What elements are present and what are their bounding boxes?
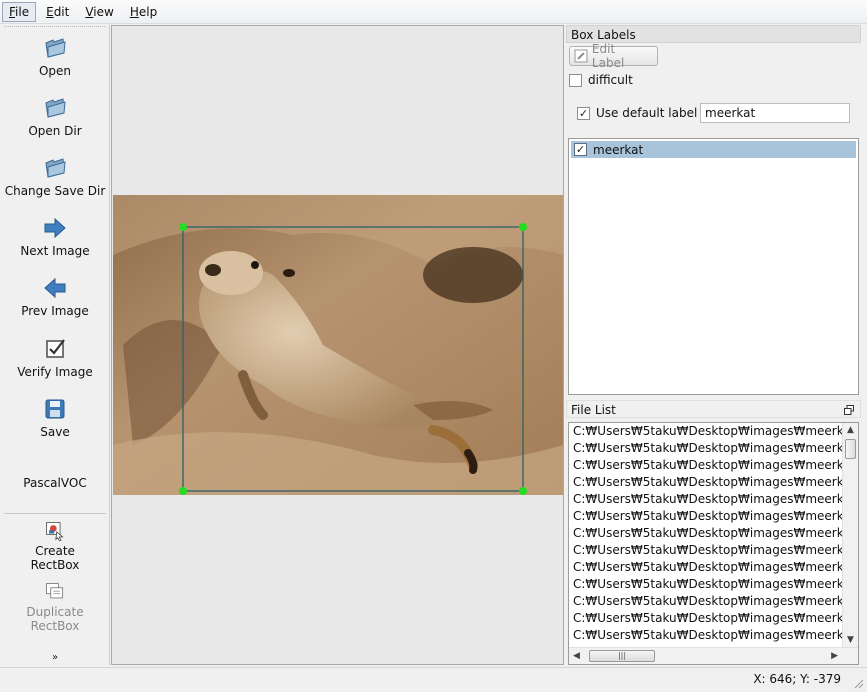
file-list-item[interactable]: C:₩Users₩5taku₩Desktop₩images₩meerkat₩12… bbox=[569, 525, 843, 542]
file-list-items: C:₩Users₩5taku₩Desktop₩images₩meerkat₩1.… bbox=[569, 423, 858, 644]
menu-edit[interactable]: Edit bbox=[40, 3, 75, 21]
toolbar: Open Open Dir Change Save Dir Next Image… bbox=[0, 25, 110, 665]
duplicate-rectbox-label-1: Duplicate bbox=[26, 605, 84, 619]
file-list: C:₩Users₩5taku₩Desktop₩images₩meerkat₩1.… bbox=[568, 422, 859, 665]
expand-more-icon[interactable]: » bbox=[0, 652, 110, 663]
menu-view[interactable]: View bbox=[79, 3, 119, 21]
toolbar-separator bbox=[4, 513, 106, 514]
create-rectbox-label-1: Create bbox=[35, 544, 75, 558]
duplicate-rectbox-button[interactable]: Duplicate RectBox bbox=[0, 581, 110, 633]
file-list-item[interactable]: C:₩Users₩5taku₩Desktop₩images₩meerkat₩12… bbox=[569, 457, 843, 474]
open-dir-label: Open Dir bbox=[28, 124, 82, 138]
format-label: PascalVOC bbox=[23, 476, 87, 490]
box-labels-title: Box Labels bbox=[566, 25, 861, 43]
edit-label-text: Edit Label bbox=[591, 42, 625, 70]
file-list-item[interactable]: C:₩Users₩5taku₩Desktop₩images₩meerkat₩10… bbox=[569, 440, 843, 457]
create-rectbox-label-2: RectBox bbox=[30, 558, 80, 572]
scroll-right-icon[interactable]: ▶ bbox=[831, 651, 838, 661]
format-button[interactable]: PascalVOC bbox=[0, 473, 110, 490]
default-label-input[interactable]: meerkat bbox=[700, 103, 850, 123]
prev-arrow-icon bbox=[44, 277, 66, 299]
float-window-icon[interactable] bbox=[844, 405, 854, 415]
toolbar-grip[interactable] bbox=[4, 26, 105, 27]
edit-pencil-icon bbox=[574, 49, 588, 63]
file-list-item[interactable]: C:₩Users₩5taku₩Desktop₩images₩meerkat₩12… bbox=[569, 474, 843, 491]
file-list-item[interactable]: C:₩Users₩5taku₩Desktop₩images₩meerkat₩1.… bbox=[569, 423, 843, 440]
duplicate-rectbox-label-2: RectBox bbox=[30, 619, 80, 633]
difficult-checkbox[interactable] bbox=[569, 73, 582, 87]
menu-bar: File Edit View Help bbox=[0, 0, 867, 24]
status-bar: X: 646; Y: -379 bbox=[0, 667, 867, 692]
verify-image-button[interactable]: Verify Image bbox=[0, 336, 110, 379]
menu-help[interactable]: Help bbox=[124, 3, 163, 21]
resize-grip-icon[interactable] bbox=[852, 677, 864, 689]
file-list-title-text: File List bbox=[571, 403, 616, 417]
file-list-item[interactable]: C:₩Users₩5taku₩Desktop₩images₩meerkat₩12… bbox=[569, 559, 843, 576]
save-button[interactable]: Save bbox=[0, 396, 110, 439]
scroll-left-icon[interactable]: ◀ bbox=[573, 651, 580, 661]
edit-label-button[interactable]: Edit Label bbox=[569, 42, 658, 70]
use-default-label-row: ✓ Use default label bbox=[577, 106, 697, 120]
next-image-label: Next Image bbox=[20, 244, 90, 258]
prev-image-label: Prev Image bbox=[21, 304, 89, 318]
change-save-dir-label: Change Save Dir bbox=[4, 184, 106, 198]
save-disk-icon bbox=[45, 399, 65, 419]
file-list-item[interactable]: C:₩Users₩5taku₩Desktop₩images₩meerkat₩13… bbox=[569, 627, 843, 644]
next-arrow-icon bbox=[44, 217, 66, 239]
file-list-item[interactable]: C:₩Users₩5taku₩Desktop₩images₩meerkat₩12… bbox=[569, 576, 843, 593]
open-dir-button[interactable]: Open Dir bbox=[0, 95, 110, 138]
difficult-label: difficult bbox=[588, 73, 633, 87]
file-list-item[interactable]: C:₩Users₩5taku₩Desktop₩images₩meerkat₩12… bbox=[569, 508, 843, 525]
verify-check-icon bbox=[46, 339, 65, 358]
file-list-title: File List bbox=[566, 400, 861, 418]
open-label: Open bbox=[38, 64, 72, 78]
save-label: Save bbox=[40, 425, 70, 439]
file-list-vertical-scrollbar[interactable]: ▲ ▼ bbox=[842, 423, 858, 647]
use-default-label-text: Use default label bbox=[596, 106, 698, 120]
label-item-checkbox[interactable]: ✓ bbox=[574, 143, 587, 156]
cursor-coordinates: X: 646; Y: -379 bbox=[753, 672, 841, 686]
verify-image-label: Verify Image bbox=[17, 365, 93, 379]
open-button[interactable]: Open bbox=[0, 35, 110, 78]
scroll-down-icon[interactable]: ▼ bbox=[847, 635, 854, 645]
menu-file[interactable]: File bbox=[2, 1, 37, 22]
horizontal-scroll-thumb[interactable]: ||| bbox=[589, 650, 655, 662]
create-rectbox-icon bbox=[46, 522, 64, 541]
next-image-button[interactable]: Next Image bbox=[0, 215, 110, 258]
prev-image-button[interactable]: Prev Image bbox=[0, 275, 110, 318]
scroll-up-icon[interactable]: ▲ bbox=[847, 425, 854, 435]
vertical-scroll-thumb[interactable] bbox=[845, 439, 856, 459]
file-list-item[interactable]: C:₩Users₩5taku₩Desktop₩images₩meerkat₩12… bbox=[569, 610, 843, 627]
create-rectbox-button[interactable]: Create RectBox bbox=[0, 520, 110, 572]
difficult-row: difficult bbox=[569, 73, 633, 87]
file-list-horizontal-scrollbar[interactable]: ◀ ||| ▶ bbox=[569, 647, 858, 664]
open-folder-icon bbox=[45, 38, 66, 58]
meerkat-photo bbox=[113, 195, 563, 495]
label-item-text: meerkat bbox=[593, 142, 644, 157]
use-default-label-checkbox[interactable]: ✓ bbox=[577, 106, 590, 120]
label-list: ✓ meerkat bbox=[568, 138, 859, 395]
right-dock: Box Labels Edit Label difficult ✓ Use de… bbox=[566, 25, 861, 667]
image-canvas[interactable] bbox=[111, 25, 564, 665]
file-list-item[interactable]: C:₩Users₩5taku₩Desktop₩images₩meerkat₩12… bbox=[569, 593, 843, 610]
file-list-item[interactable]: C:₩Users₩5taku₩Desktop₩images₩meerkat₩12… bbox=[569, 491, 843, 508]
duplicate-rectbox-icon bbox=[46, 583, 64, 599]
change-save-dir-button[interactable]: Change Save Dir bbox=[0, 155, 110, 198]
open-dir-icon bbox=[45, 98, 66, 118]
save-dir-icon bbox=[45, 158, 66, 178]
label-list-item[interactable]: ✓ meerkat bbox=[571, 141, 856, 158]
file-list-item[interactable]: C:₩Users₩5taku₩Desktop₩images₩meerkat₩12… bbox=[569, 542, 843, 559]
